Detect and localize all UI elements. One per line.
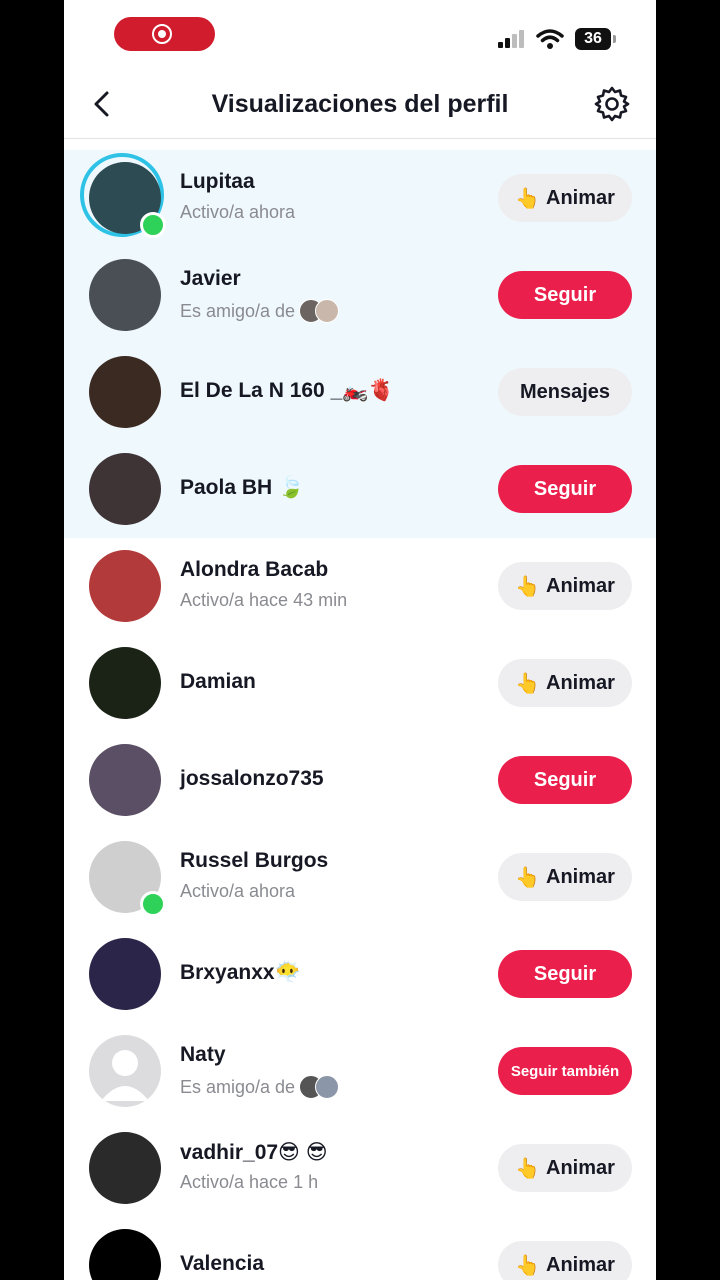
avatar[interactable]: [89, 938, 161, 1010]
list-item[interactable]: jossalonzo735 Seguir: [64, 732, 656, 829]
settings-button[interactable]: [592, 84, 632, 124]
viewer-name[interactable]: Paola BH 🍃: [180, 476, 304, 500]
screen-recording-indicator[interactable]: [114, 17, 215, 51]
follow-button[interactable]: Seguir: [498, 465, 632, 513]
online-status-dot: [140, 891, 166, 917]
viewer-subtitle: Activo/a ahora: [180, 881, 296, 901]
pointing-hand-icon: 👆: [515, 866, 540, 889]
mutual-friend-avatar: [315, 1075, 340, 1099]
viewer-subtitle: Activo/a hace 1 h: [180, 1172, 319, 1192]
wave-button[interactable]: 👆 Animar: [498, 853, 632, 901]
follow-button[interactable]: Seguir: [498, 950, 632, 998]
avatar[interactable]: [89, 453, 161, 525]
avatar[interactable]: [89, 744, 161, 816]
pointing-hand-icon: 👆: [515, 1254, 540, 1277]
follow-button[interactable]: Seguir también: [498, 1047, 632, 1095]
viewer-list: Lupitaa Activo/a ahora 👆 Animar Javier Es ami…: [64, 150, 656, 1280]
pointing-hand-icon: 👆: [515, 672, 540, 695]
viewer-subtitle: Es amigo/a de: [180, 299, 340, 323]
pointing-hand-icon: 👆: [515, 187, 540, 210]
list-item[interactable]: Russel Burgos Activo/a ahora 👆 Animar: [64, 829, 656, 926]
list-item[interactable]: Alondra Bacab Activo/a hace 43 min 👆 Animar: [64, 538, 656, 635]
viewer-subtitle: Activo/a ahora: [180, 202, 296, 222]
page-title: Visualizaciones del perfil: [211, 90, 509, 118]
viewer-name[interactable]: vadhir_07😎 😎: [180, 1140, 328, 1165]
chevron-left-icon: [94, 91, 109, 117]
record-icon: [152, 24, 172, 44]
list-item[interactable]: Naty Es amigo/a de Seguir también: [64, 1023, 656, 1120]
list-item[interactable]: Paola BH 🍃 Seguir: [64, 441, 656, 538]
viewer-name[interactable]: Russel Burgos: [180, 849, 328, 873]
avatar[interactable]: [89, 1035, 161, 1107]
viewer-name[interactable]: El De La N 160 _🏍️🫀: [180, 379, 395, 403]
list-item[interactable]: Javier Es amigo/a de Seguir: [64, 247, 656, 344]
wifi-icon: [536, 29, 564, 49]
gear-icon: [594, 86, 630, 122]
viewer-subtitle: Es amigo/a de: [180, 1075, 340, 1099]
wave-button[interactable]: 👆 Animar: [498, 659, 632, 707]
viewer-name[interactable]: Javier: [180, 267, 241, 291]
avatar[interactable]: [89, 356, 161, 428]
viewer-name[interactable]: Alondra Bacab: [180, 558, 328, 582]
header: Visualizaciones del perfil: [64, 70, 656, 139]
list-item[interactable]: Brxyanxx😶‍🌫️ Seguir: [64, 926, 656, 1023]
back-button[interactable]: [82, 84, 122, 124]
list-item[interactable]: El De La N 160 _🏍️🫀 Mensajes: [64, 344, 656, 441]
wave-button[interactable]: 👆 Animar: [498, 1144, 632, 1192]
mutual-friend-avatar: [315, 299, 340, 323]
avatar[interactable]: [89, 647, 161, 719]
wave-button[interactable]: 👆 Animar: [498, 174, 632, 222]
battery-icon: 36: [575, 28, 616, 50]
viewer-name[interactable]: Naty: [180, 1043, 226, 1067]
pointing-hand-icon: 👆: [515, 575, 540, 598]
list-item[interactable]: Lupitaa Activo/a ahora 👆 Animar: [64, 150, 656, 247]
avatar[interactable]: [89, 550, 161, 622]
list-item[interactable]: vadhir_07😎 😎 Activo/a hace 1 h 👆 Animar: [64, 1120, 656, 1217]
wave-button[interactable]: 👆 Animar: [498, 562, 632, 610]
list-item[interactable]: Valencia 👆 Animar: [64, 1217, 656, 1280]
screen: 36 Visualizaciones del perfil Lupitaa Act…: [64, 0, 656, 1280]
viewer-name[interactable]: Brxyanxx😶‍🌫️: [180, 961, 301, 985]
avatar[interactable]: [89, 1132, 161, 1204]
status-bar: 36: [64, 0, 656, 70]
viewer-name[interactable]: Damian: [180, 670, 256, 694]
cellular-signal-icon: [498, 30, 528, 48]
pointing-hand-icon: 👆: [515, 1157, 540, 1180]
viewer-name[interactable]: Valencia: [180, 1252, 264, 1276]
message-button[interactable]: Mensajes: [498, 368, 632, 416]
follow-button[interactable]: Seguir: [498, 271, 632, 319]
viewer-name[interactable]: jossalonzo735: [180, 767, 324, 791]
avatar[interactable]: [89, 259, 161, 331]
list-item[interactable]: Damian 👆 Animar: [64, 635, 656, 732]
follow-button[interactable]: Seguir: [498, 756, 632, 804]
default-avatar-icon: [101, 1050, 149, 1101]
online-status-dot: [140, 212, 166, 238]
wave-button[interactable]: 👆 Animar: [498, 1241, 632, 1280]
avatar[interactable]: [89, 1229, 161, 1280]
viewer-subtitle: Activo/a hace 43 min: [180, 590, 348, 610]
viewer-name[interactable]: Lupitaa: [180, 170, 255, 194]
